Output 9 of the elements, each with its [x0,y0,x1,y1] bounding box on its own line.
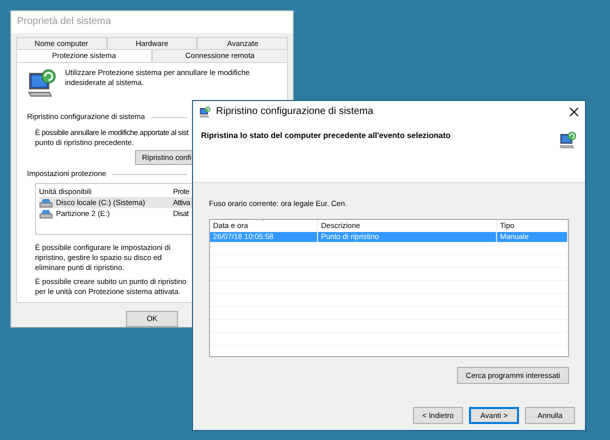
page-heading: Ripristina lo stato del computer precedente all'evento selezionato [201,131,451,142]
drive-icon [39,198,53,208]
computer-icon [27,68,57,98]
computer-icon [559,131,577,149]
window-title: Proprietà del sistema [17,17,111,27]
close-icon[interactable] [569,107,579,117]
app-icon [199,106,211,118]
drive-icon [39,208,53,219]
window-title: Ripristino configurazione di sistema [216,107,374,117]
